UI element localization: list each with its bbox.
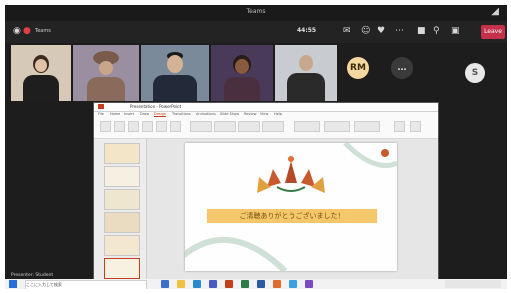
meeting-timer: 44:55 bbox=[297, 27, 317, 34]
teams-icon[interactable] bbox=[209, 280, 217, 288]
record-icon[interactable]: ● bbox=[23, 26, 31, 36]
tab-design[interactable]: Design bbox=[154, 112, 167, 117]
tab-animations[interactable]: Animations bbox=[196, 112, 216, 116]
mic-toggle-icon[interactable]: ⚲ bbox=[433, 26, 440, 36]
tab-draw[interactable]: Draw bbox=[140, 112, 149, 116]
word-icon[interactable] bbox=[257, 280, 265, 288]
excel-icon[interactable] bbox=[241, 280, 249, 288]
ribbon-button[interactable] bbox=[156, 121, 167, 132]
camera-toggle-icon[interactable]: ■ bbox=[417, 26, 426, 36]
ribbon-variant-3[interactable] bbox=[354, 121, 380, 132]
participant-tile-1[interactable] bbox=[11, 45, 71, 101]
slide-editor: ご清聴ありがとうございました！ bbox=[147, 139, 438, 280]
ribbon-button[interactable] bbox=[128, 121, 139, 132]
chat-icon[interactable]: ✉ bbox=[343, 26, 351, 36]
ribbon-theme-4[interactable] bbox=[262, 121, 284, 132]
start-icon[interactable] bbox=[9, 280, 17, 288]
slide-decoration bbox=[185, 143, 397, 271]
app-icon[interactable] bbox=[289, 280, 297, 288]
window-control-icon[interactable]: ◢ bbox=[491, 6, 499, 17]
logo-icon bbox=[257, 156, 325, 193]
ribbon-theme-2[interactable] bbox=[214, 121, 236, 132]
slide-thumbnail[interactable] bbox=[104, 212, 140, 233]
powerpoint-icon bbox=[98, 104, 104, 109]
windows-taskbar: ここに入力して検索 bbox=[5, 279, 507, 289]
slide-thumbnail-selected[interactable] bbox=[104, 258, 140, 279]
slide-thumbnail[interactable] bbox=[104, 189, 140, 210]
participant-tile-4[interactable] bbox=[211, 45, 273, 101]
ribbon-button[interactable] bbox=[114, 121, 125, 132]
app-icon[interactable] bbox=[273, 280, 281, 288]
taskbar-search-input[interactable]: ここに入力して検索 bbox=[25, 280, 147, 289]
window-title: Teams bbox=[246, 8, 266, 15]
slide-banner: ご清聴ありがとうございました！ bbox=[207, 209, 377, 223]
participant-avatar[interactable]: S bbox=[465, 63, 485, 83]
app-icon[interactable] bbox=[305, 280, 313, 288]
tab-slideshow[interactable]: Slide Show bbox=[220, 112, 239, 116]
tab-help[interactable]: Help bbox=[274, 112, 282, 116]
meeting-window: Teams ◢ ◉ ● Teams 44:55 ✉ ☺ ♥ ⋯ ■ ⚲ ▣ Le… bbox=[5, 5, 507, 289]
system-tray[interactable] bbox=[445, 280, 501, 288]
slide-thumbnail[interactable] bbox=[104, 166, 140, 187]
participant-avatar[interactable]: RM bbox=[347, 57, 369, 79]
slide-text: ご清聴ありがとうございました！ bbox=[239, 212, 345, 220]
people-icon[interactable]: ☺ bbox=[361, 26, 370, 36]
leave-button[interactable]: Leave bbox=[481, 25, 505, 39]
ribbon-theme-1[interactable] bbox=[190, 121, 212, 132]
ribbon-button[interactable] bbox=[170, 121, 181, 132]
participant-tile-3[interactable] bbox=[141, 45, 209, 101]
ribbon-variant-2[interactable] bbox=[324, 121, 350, 132]
current-slide[interactable]: ご清聴ありがとうございました！ bbox=[185, 143, 397, 271]
participant-avatar[interactable]: … bbox=[391, 57, 413, 79]
participant-tile-5[interactable] bbox=[275, 45, 337, 101]
participant-tile-2[interactable] bbox=[73, 45, 139, 101]
ribbon-theme-3[interactable] bbox=[238, 121, 260, 132]
shared-screen-powerpoint: Presentation - PowerPoint File Home Inse… bbox=[93, 102, 439, 287]
presenter-label: Presenter: Student bbox=[11, 273, 54, 278]
ppt-title-bar: Presentation - PowerPoint bbox=[94, 103, 438, 112]
toolbar-label: Teams bbox=[35, 28, 51, 34]
more-icon[interactable]: ⋯ bbox=[395, 26, 404, 36]
reactions-icon[interactable]: ♥ bbox=[377, 26, 385, 36]
ribbon-button[interactable] bbox=[142, 121, 153, 132]
ribbon-button[interactable] bbox=[100, 121, 111, 132]
share-icon[interactable]: ▣ bbox=[451, 26, 460, 36]
ribbon-variant-1[interactable] bbox=[294, 121, 320, 132]
powerpoint-taskbar-icon[interactable] bbox=[225, 280, 233, 288]
camera-icon[interactable]: ◉ bbox=[13, 26, 21, 36]
slide-thumbnails bbox=[94, 139, 147, 280]
tab-file[interactable]: File bbox=[98, 112, 104, 116]
tab-view[interactable]: View bbox=[260, 112, 268, 116]
ribbon-button[interactable] bbox=[410, 121, 421, 132]
ppt-title: Presentation - PowerPoint bbox=[130, 104, 182, 109]
ppt-ribbon bbox=[94, 118, 438, 139]
ribbon-button[interactable] bbox=[394, 121, 405, 132]
slide-thumbnail[interactable] bbox=[104, 143, 140, 164]
taskview-icon[interactable] bbox=[161, 280, 169, 288]
tab-transitions[interactable]: Transitions bbox=[172, 112, 191, 116]
explorer-icon[interactable] bbox=[177, 280, 185, 288]
title-bar: Teams ◢ bbox=[5, 5, 507, 21]
slide-thumbnail[interactable] bbox=[104, 235, 140, 256]
tab-insert[interactable]: Insert bbox=[124, 112, 134, 116]
meeting-toolbar: ◉ ● Teams 44:55 ✉ ☺ ♥ ⋯ ■ ⚲ ▣ Leave bbox=[5, 21, 507, 43]
tab-home[interactable]: Home bbox=[110, 112, 120, 116]
tab-review[interactable]: Review bbox=[244, 112, 257, 116]
edge-icon[interactable] bbox=[193, 280, 201, 288]
